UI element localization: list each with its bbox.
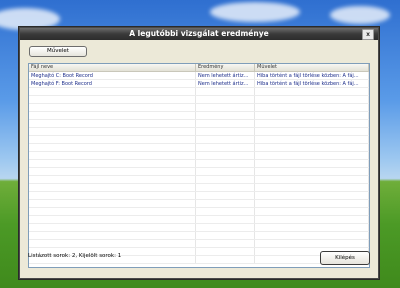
table-row[interactable]: Meghajtó F: Boot Record Nem lehetett árt… xyxy=(29,80,369,88)
window-titlebar[interactable]: A legutóbbi vizsgálat eredménye x xyxy=(20,28,378,40)
table-row[interactable]: Meghajtó C: Boot Record Nem lehetett árt… xyxy=(29,72,369,80)
empty-row: ... xyxy=(29,192,369,200)
empty-row: ... xyxy=(29,216,369,224)
scan-results-window: A legutóbbi vizsgálat eredménye x Művele… xyxy=(19,27,379,279)
empty-row: ... xyxy=(29,136,369,144)
close-icon[interactable]: x xyxy=(362,29,374,40)
cell-result: Nem lehetett ártiz... xyxy=(196,80,255,87)
empty-row: ... xyxy=(29,176,369,184)
desktop-cloud xyxy=(210,2,300,22)
empty-row: ... xyxy=(29,88,369,96)
empty-row: ... xyxy=(29,208,369,216)
empty-row: ... xyxy=(29,96,369,104)
empty-row: ... xyxy=(29,240,369,248)
window-title: A legutóbbi vizsgálat eredménye xyxy=(129,29,269,38)
empty-row: ... xyxy=(29,120,369,128)
exit-button[interactable]: Kilépés xyxy=(320,251,370,265)
empty-row: ... xyxy=(29,184,369,192)
empty-row: ... xyxy=(29,112,369,120)
column-header-action[interactable]: Művelet xyxy=(255,64,369,71)
cell-action: Hiba történt a fájl törlése közben: A fá… xyxy=(255,72,369,79)
empty-row: ... xyxy=(29,224,369,232)
table-header: Fájl neve Eredmény Művelet xyxy=(29,64,369,72)
desktop-cloud xyxy=(330,6,390,24)
empty-row: ... xyxy=(29,232,369,240)
status-text: Listázott sorok: 2, Kijelölt sorok: 1 xyxy=(28,253,122,259)
cell-result: Nem lehetett ártiz... xyxy=(196,72,255,79)
column-header-result[interactable]: Eredmény xyxy=(196,64,255,71)
results-table[interactable]: Fájl neve Eredmény Művelet Meghajtó C: B… xyxy=(28,63,370,268)
action-button[interactable]: Művelet xyxy=(29,46,87,57)
column-header-filename[interactable]: Fájl neve xyxy=(29,64,196,71)
empty-row: ... xyxy=(29,128,369,136)
empty-row: ... xyxy=(29,152,369,160)
cell-filename: Meghajtó F: Boot Record xyxy=(29,80,196,87)
empty-row: ... xyxy=(29,160,369,168)
empty-row: ... xyxy=(29,200,369,208)
cell-action: Hiba történt a fájl törlése közben: A fá… xyxy=(255,80,369,87)
empty-row: ... xyxy=(29,144,369,152)
empty-row: ... xyxy=(29,168,369,176)
empty-row: ... xyxy=(29,104,369,112)
cell-filename: Meghajtó C: Boot Record xyxy=(29,72,196,79)
